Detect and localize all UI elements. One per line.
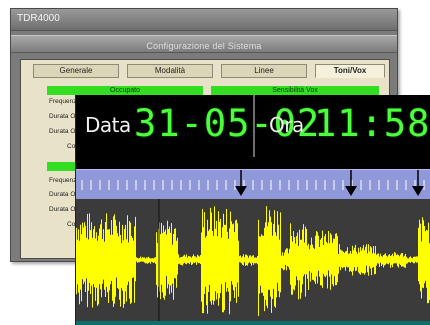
ruler-graphic [81,170,425,196]
tab-toni-vox[interactable]: Toni/Vox [315,64,385,78]
tab-linee[interactable]: Linee [221,64,307,78]
recorder-window: Data 31-05-02 Ora 11:58:30 [75,95,430,325]
config-header-title: Configurazione del Sistema [146,41,262,51]
waveform-path [76,206,430,316]
marker-arrow-icon[interactable] [235,186,247,196]
top-band [76,157,430,169]
waveform-display[interactable] [76,199,430,321]
bottom-strip [76,321,430,325]
time-display: 11:58:30 [314,102,430,145]
screenshot-stage: TDR4000 Configurazione del Sistema Gener… [0,0,430,325]
time-label: Ora [269,113,304,137]
marker-arrow-icon[interactable] [412,186,424,196]
clock-divider [253,95,255,157]
waveform-graphic [76,199,430,321]
tab-generale[interactable]: Generale [33,64,119,78]
date-label: Data [85,113,131,137]
config-titlebar: TDR4000 [11,9,397,31]
timeline-ruler[interactable] [76,169,430,201]
window-title: TDR4000 [17,13,60,24]
section-occupato: Occupato [47,86,203,95]
config-header: Configurazione del Sistema [11,35,397,53]
marker-arrow-icon[interactable] [345,186,357,196]
tab-modalita[interactable]: Modalità [127,64,213,78]
clock-bar: Data 31-05-02 Ora 11:58:30 [76,95,430,157]
section-sensibilita-vox: Sensibilità Vox [211,86,379,95]
